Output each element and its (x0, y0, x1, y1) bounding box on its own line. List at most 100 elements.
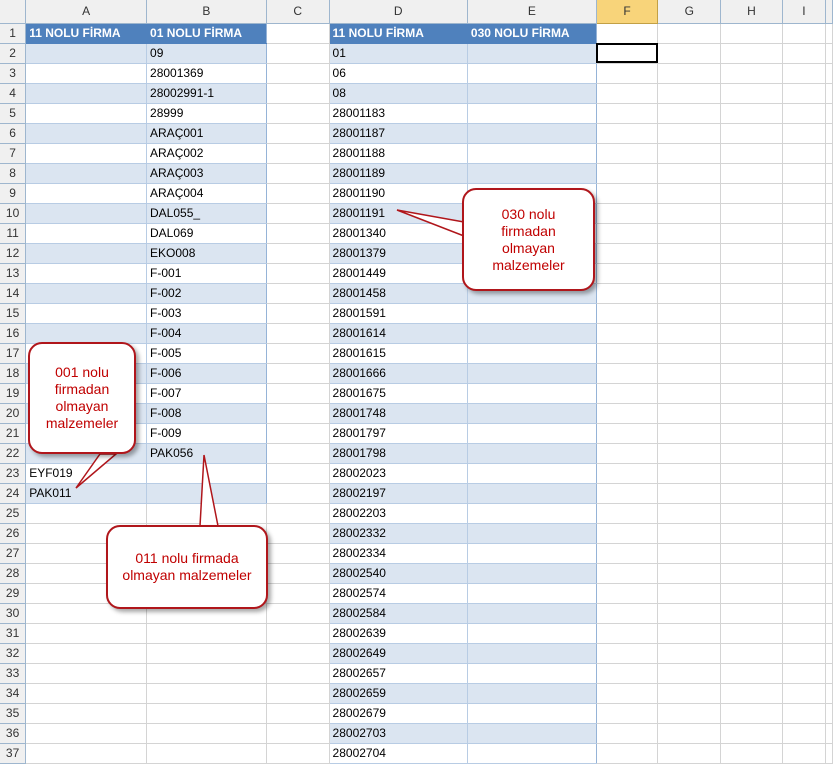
cell-c36[interactable] (266, 723, 330, 744)
cell-d21[interactable]: 28001797 (329, 423, 468, 444)
cell-j27[interactable] (825, 543, 833, 564)
cell-c16[interactable] (266, 323, 330, 344)
cell-j14[interactable] (825, 283, 833, 304)
cell-a12[interactable] (25, 243, 148, 264)
cell-d34[interactable]: 28002659 (329, 683, 468, 704)
row-header[interactable]: 20 (0, 403, 27, 424)
cell-b6[interactable]: ARAÇ001 (146, 123, 267, 144)
cell-b19[interactable]: F-007 (146, 383, 267, 404)
cell-a14[interactable] (25, 283, 148, 304)
cell-e19[interactable] (467, 383, 597, 404)
cell-h23[interactable] (720, 463, 783, 484)
cell-h18[interactable] (720, 363, 783, 384)
row-header[interactable]: 18 (0, 363, 27, 384)
cell-j6[interactable] (825, 123, 833, 144)
row-header[interactable]: 6 (0, 123, 27, 144)
cell-f30[interactable] (596, 603, 659, 624)
cell-f13[interactable] (596, 263, 659, 284)
cell-f1[interactable] (596, 23, 659, 44)
cell-f16[interactable] (596, 323, 659, 344)
cell-i31[interactable] (782, 623, 827, 644)
row-header[interactable]: 4 (0, 83, 27, 104)
cell-h29[interactable] (720, 583, 783, 604)
cell-e33[interactable] (467, 663, 597, 684)
cell-b35[interactable] (146, 703, 267, 724)
cell-j1[interactable] (825, 23, 833, 44)
cell-b15[interactable]: F-003 (146, 303, 267, 324)
cell-i19[interactable] (782, 383, 827, 404)
cell-g25[interactable] (657, 503, 722, 524)
column-header-h[interactable]: H (720, 0, 783, 24)
cell-i29[interactable] (782, 583, 827, 604)
cell-c7[interactable] (266, 143, 330, 164)
cell-b32[interactable] (146, 643, 267, 664)
cell-h22[interactable] (720, 443, 783, 464)
cell-e16[interactable] (467, 323, 597, 344)
row-header[interactable]: 34 (0, 683, 27, 704)
select-all-corner[interactable] (0, 0, 27, 24)
cell-h6[interactable] (720, 123, 783, 144)
cell-a36[interactable] (25, 723, 148, 744)
cell-c26[interactable] (266, 523, 330, 544)
cell-a31[interactable] (25, 623, 148, 644)
column-header-i[interactable]: I (782, 0, 827, 24)
cell-j8[interactable] (825, 163, 833, 184)
cell-h14[interactable] (720, 283, 783, 304)
cell-g30[interactable] (657, 603, 722, 624)
cell-j12[interactable] (825, 243, 833, 264)
cell-b10[interactable]: DAL055_ (146, 203, 267, 224)
cell-d37[interactable]: 28002704 (329, 743, 468, 764)
cell-g31[interactable] (657, 623, 722, 644)
cell-c14[interactable] (266, 283, 330, 304)
cell-a24[interactable]: PAK011 (25, 483, 148, 504)
cell-c22[interactable] (266, 443, 330, 464)
cell-j21[interactable] (825, 423, 833, 444)
cell-f27[interactable] (596, 543, 659, 564)
cell-j37[interactable] (825, 743, 833, 764)
cell-i11[interactable] (782, 223, 827, 244)
cell-h33[interactable] (720, 663, 783, 684)
cell-g8[interactable] (657, 163, 722, 184)
cell-i4[interactable] (782, 83, 827, 104)
cell-d31[interactable]: 28002639 (329, 623, 468, 644)
cell-e26[interactable] (467, 523, 597, 544)
cell-a37[interactable] (25, 743, 148, 764)
cell-g9[interactable] (657, 183, 722, 204)
cell-g2[interactable] (657, 43, 722, 64)
cell-f10[interactable] (596, 203, 659, 224)
table1-header-a[interactable]: 11 NOLU FİRMA (25, 23, 148, 44)
cell-j23[interactable] (825, 463, 833, 484)
cell-j10[interactable] (825, 203, 833, 224)
cell-f11[interactable] (596, 223, 659, 244)
cell-c6[interactable] (266, 123, 330, 144)
cell-e6[interactable] (467, 123, 597, 144)
cell-b33[interactable] (146, 663, 267, 684)
cell-f9[interactable] (596, 183, 659, 204)
cell-b4[interactable]: 28002991-1 (146, 83, 267, 104)
cell-i37[interactable] (782, 743, 827, 764)
cell-g32[interactable] (657, 643, 722, 664)
cell-f4[interactable] (596, 83, 659, 104)
cell-b17[interactable]: F-005 (146, 343, 267, 364)
row-header[interactable]: 1 (0, 23, 27, 44)
cell-h32[interactable] (720, 643, 783, 664)
cell-c15[interactable] (266, 303, 330, 324)
row-header[interactable]: 30 (0, 603, 27, 624)
cell-f34[interactable] (596, 683, 659, 704)
cell-f26[interactable] (596, 523, 659, 544)
cell-g4[interactable] (657, 83, 722, 104)
cell-c4[interactable] (266, 83, 330, 104)
cell-j28[interactable] (825, 563, 833, 584)
cell-f8[interactable] (596, 163, 659, 184)
cell-c13[interactable] (266, 263, 330, 284)
cell-g34[interactable] (657, 683, 722, 704)
table2-header-d[interactable]: 11 NOLU FİRMA (329, 23, 468, 44)
cell-c35[interactable] (266, 703, 330, 724)
cell-j4[interactable] (825, 83, 833, 104)
cell-e37[interactable] (467, 743, 597, 764)
cell-d18[interactable]: 28001666 (329, 363, 468, 384)
cell-i3[interactable] (782, 63, 827, 84)
cell-j26[interactable] (825, 523, 833, 544)
cell-g1[interactable] (657, 23, 722, 44)
cell-e17[interactable] (467, 343, 597, 364)
